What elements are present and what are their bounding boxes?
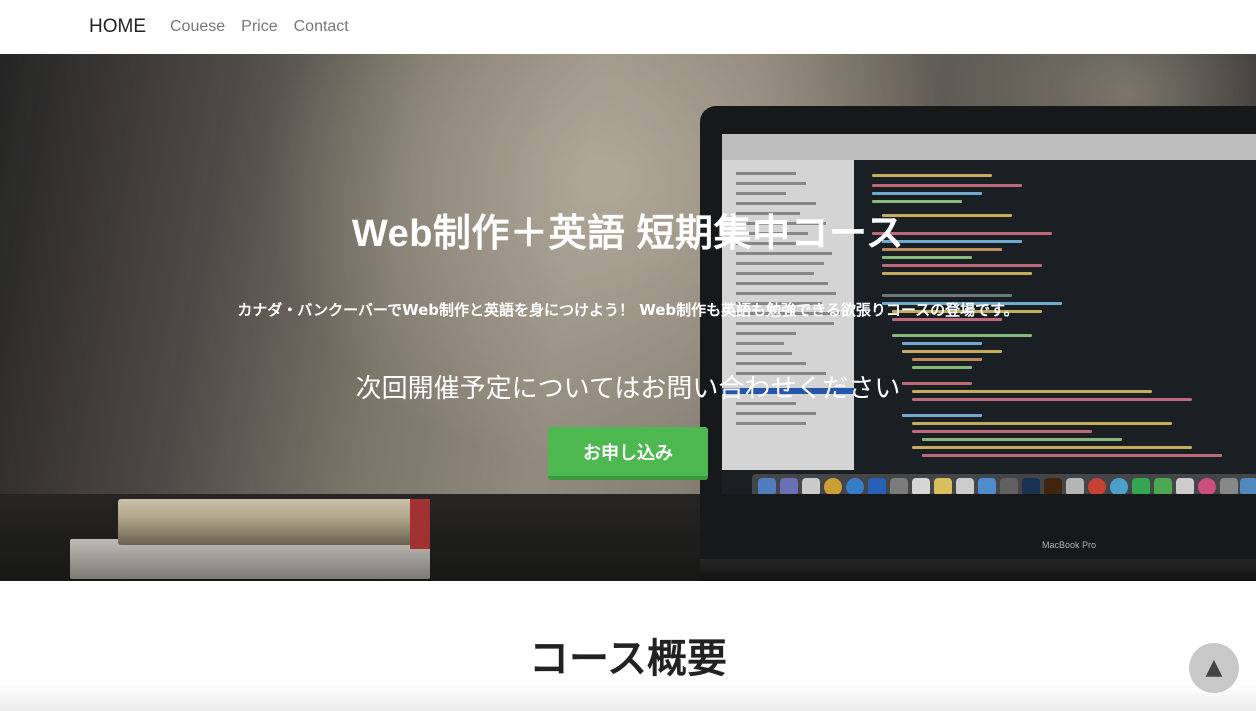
top-navbar: HOME Couese Price Contact <box>0 0 1256 54</box>
hero-content: Web制作＋英語 短期集中コース カナダ・バンクーバーでWeb制作と英語を身につ… <box>0 54 1256 581</box>
nav-link-price[interactable]: Price <box>241 18 277 36</box>
nav-home-link[interactable]: HOME <box>89 16 146 38</box>
back-to-top-button[interactable]: ▲ <box>1189 643 1239 693</box>
hero-lead-text: カナダ・バンクーバーでWeb制作と英語を身につけよう！ Web制作も英語も勉強で… <box>237 301 1019 319</box>
hero-section: MacBook Pro Web制作＋英語 短期集中コース カナダ・バンクーバーで… <box>0 54 1256 581</box>
apply-button[interactable]: お申し込み <box>548 427 708 480</box>
section-bottom-fade <box>0 683 1256 711</box>
hero-subtitle: 次回開催予定についてはお問い合わせください <box>355 374 901 404</box>
nav-link-contact[interactable]: Contact <box>294 18 349 36</box>
nav-link-course[interactable]: Couese <box>170 18 225 36</box>
triangle-up-icon: ▲ <box>1205 655 1223 680</box>
section-title-course-overview: コース概要 <box>529 636 727 682</box>
hero-title: Web制作＋英語 短期集中コース <box>351 213 905 255</box>
